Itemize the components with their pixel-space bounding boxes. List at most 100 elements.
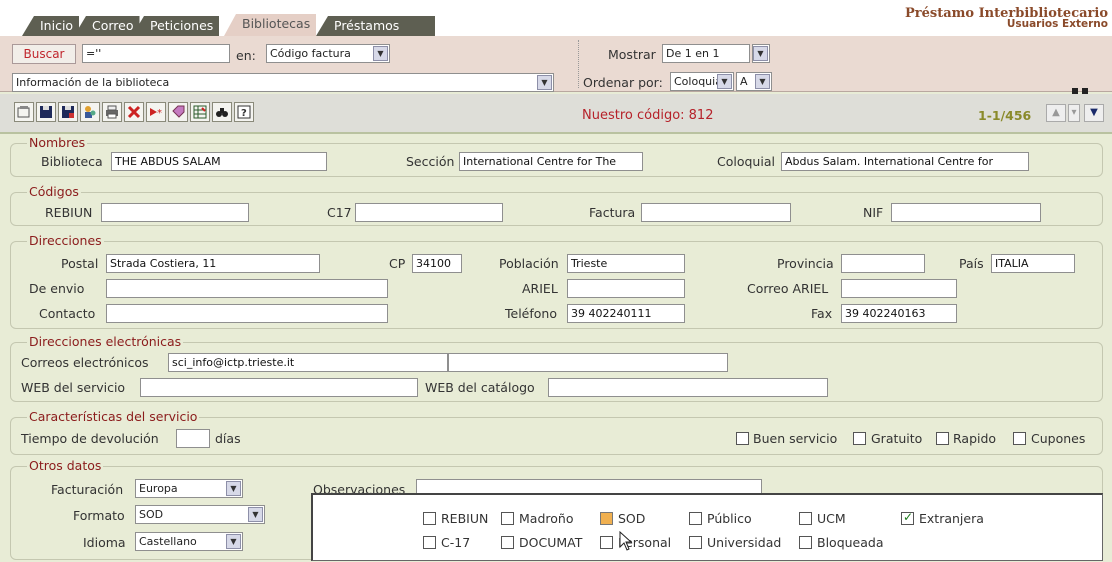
correo-ariel-input[interactable] [841, 279, 957, 298]
info-select[interactable]: Información de la biblioteca ▼ [12, 73, 554, 92]
next-record-button[interactable]: ▼ [1084, 104, 1104, 122]
coloquial-input[interactable]: Abdus Salam. International Centre for [781, 152, 1029, 171]
correo2-input[interactable] [448, 353, 728, 372]
formato-select[interactable]: SOD ▼ [135, 505, 265, 524]
chevron-down-icon: ▼ [226, 481, 241, 496]
documat-checkbox[interactable] [501, 536, 514, 549]
idioma-select[interactable]: Castellano ▼ [135, 532, 243, 551]
prev-record-button[interactable]: ▲ [1046, 104, 1066, 122]
tab-prestamos[interactable]: Préstamos [316, 16, 436, 36]
formato-label: Formato [73, 508, 125, 523]
nif-label: NIF [863, 205, 884, 220]
fieldset-servicio: Características del servicio Tiempo de d… [10, 409, 1103, 455]
ariel-input[interactable] [567, 279, 685, 298]
ordenar-select[interactable]: Coloquial ▼ [670, 72, 734, 91]
extranjera-checkbox[interactable] [901, 510, 914, 525]
users-icon [85, 106, 96, 118]
cp-input[interactable]: 34100 [412, 254, 462, 273]
catalogo-label: WEB del catálogo [425, 380, 535, 395]
search-button[interactable]: Buscar [12, 44, 76, 64]
fax-input[interactable]: 39 402240163 [841, 304, 957, 323]
print-icon [106, 105, 118, 119]
toolbar-help-button[interactable]: ? [234, 102, 254, 122]
universidad-checkbox[interactable] [689, 536, 702, 549]
chevron-down-icon: ▼ [753, 46, 768, 61]
mostrar-select[interactable]: De 1 en 1 [662, 44, 750, 63]
idioma-label: Idioma [83, 535, 126, 550]
pais-label: País [959, 256, 984, 271]
c17-input[interactable] [355, 203, 503, 222]
toolbar-users-button[interactable] [80, 102, 100, 122]
legend-electronicas: Direcciones electrónicas [27, 334, 184, 349]
sod-checkbox[interactable] [600, 512, 613, 525]
madrono-checkbox[interactable] [501, 512, 514, 525]
app-subtitle: Usuarios Externo [1006, 18, 1108, 30]
madrono-flag-label: Madroño [519, 511, 574, 526]
web-input[interactable] [140, 378, 418, 397]
tab-bibliotecas[interactable]: Bibliotecas [224, 14, 317, 36]
toolbar-save-button[interactable] [36, 102, 56, 122]
rebiun-input[interactable] [101, 203, 249, 222]
envio-input[interactable] [106, 279, 388, 298]
toolbar-delete-button[interactable] [124, 102, 144, 122]
catalogo-input[interactable] [548, 378, 828, 397]
toolbar-next-mark-button[interactable]: * [146, 102, 166, 122]
pais-input[interactable]: ITALIA [991, 254, 1075, 273]
personal-checkbox[interactable] [600, 536, 613, 549]
publico-flag-label: Público [707, 511, 752, 526]
fieldset-electronicas: Direcciones electrónicas Correos electró… [10, 334, 1103, 402]
search-field-select[interactable]: Código factura ▼ [266, 44, 390, 63]
rebiun-checkbox[interactable] [423, 512, 436, 525]
biblioteca-label: Biblioteca [41, 154, 103, 169]
devolucion-input[interactable] [176, 429, 210, 448]
ucm-checkbox[interactable] [799, 512, 812, 525]
correo1-input[interactable]: sci_info@ictp.trieste.it [168, 353, 448, 372]
c17-checkbox[interactable] [423, 536, 436, 549]
toolbar-save-as-button[interactable] [58, 102, 78, 122]
mostrar-dropdown[interactable]: ▼ [752, 44, 770, 63]
telefono-input[interactable]: 39 402240111 [567, 304, 685, 323]
record-nav-menu[interactable]: ▾ [1068, 104, 1080, 122]
toolbar-find-button[interactable] [212, 102, 232, 122]
legend-otros: Otros datos [27, 458, 104, 473]
poblacion-input[interactable]: Trieste [567, 254, 685, 273]
cupones-checkbox[interactable] [1013, 432, 1026, 445]
telefono-label: Teléfono [505, 306, 557, 321]
fieldset-otros: Otros datos Facturación Europa ▼ Formato … [10, 458, 1103, 561]
gratuito-checkbox[interactable] [853, 432, 866, 445]
rapido-checkbox[interactable] [936, 432, 949, 445]
publico-checkbox[interactable] [689, 512, 702, 525]
mostrar-value: De 1 en 1 [666, 47, 720, 60]
tab-peticiones[interactable]: Peticiones [132, 16, 220, 36]
toolbar-tag-button[interactable] [168, 102, 188, 122]
c17-label: C17 [327, 205, 352, 220]
toolbar-table-button[interactable] [190, 102, 210, 122]
chevron-down-icon: ▼ [373, 46, 388, 61]
bloqueada-checkbox[interactable] [799, 536, 812, 549]
toolbar-print-button[interactable] [102, 102, 122, 122]
toolbar-new-button[interactable] [14, 102, 34, 122]
idioma-value: Castellano [139, 535, 197, 548]
ordenar-dir-select[interactable]: A ▼ [736, 72, 772, 91]
seccion-input[interactable]: International Centre for The [459, 152, 643, 171]
factura-input[interactable] [641, 203, 791, 222]
gratuito-label: Gratuito [871, 431, 923, 446]
extranjera-flag-label: Extranjera [919, 511, 984, 526]
provincia-input[interactable] [841, 254, 925, 273]
buen-servicio-checkbox[interactable] [736, 432, 749, 445]
facturacion-select[interactable]: Europa ▼ [135, 479, 243, 498]
save-as-icon [62, 106, 74, 118]
search-panel: Buscar ='' en: Código factura ▼ Informaci… [0, 36, 1112, 115]
postal-input[interactable]: Strada Costiera, 11 [106, 254, 320, 273]
web-label: WEB del servicio [21, 380, 126, 395]
tab-bar: Inicio Correo Peticiones Bibliotecas Pré… [0, 0, 1112, 36]
postal-label: Postal [61, 256, 99, 271]
search-input[interactable]: ='' [82, 44, 230, 63]
tab-inicio[interactable]: Inicio [22, 16, 80, 36]
rapido-label: Rapido [953, 431, 997, 446]
biblioteca-input[interactable]: THE ABDUS SALAM [111, 152, 327, 171]
tab-correo[interactable]: Correo [74, 16, 140, 36]
nif-input[interactable] [891, 203, 1041, 222]
contacto-input[interactable] [106, 304, 388, 323]
search-divider [578, 40, 579, 88]
